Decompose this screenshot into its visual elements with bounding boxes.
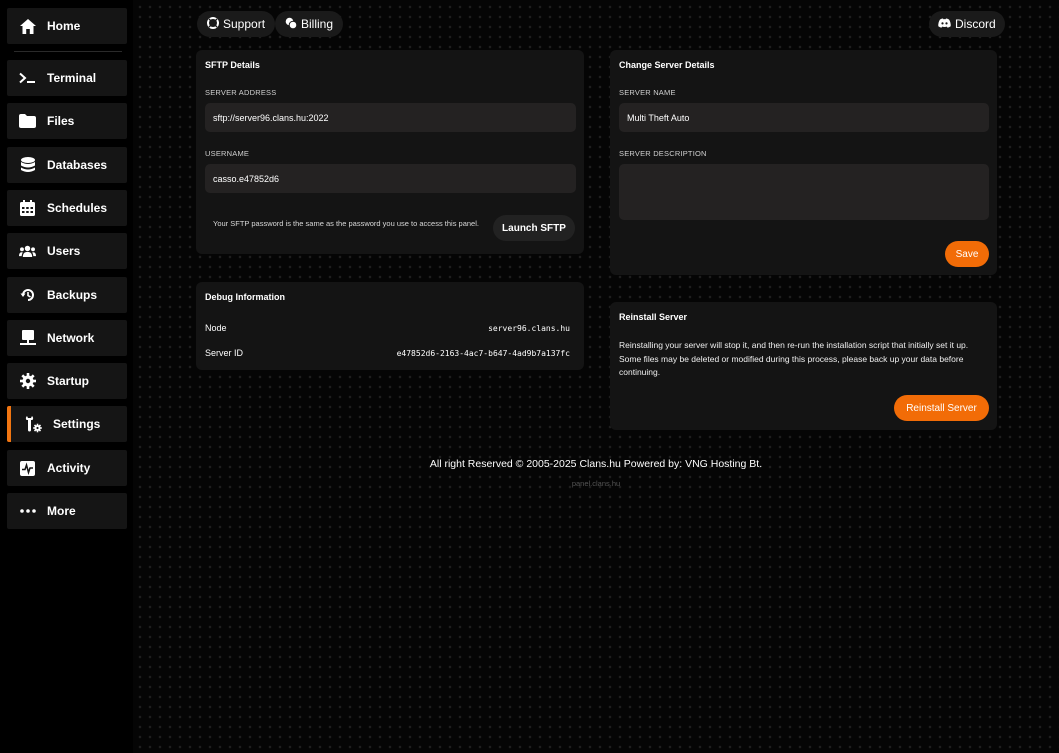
support-button[interactable]: Support <box>197 11 276 37</box>
sidebar-item-label: Activity <box>47 461 91 475</box>
sidebar-item-label: Home <box>47 19 81 33</box>
username-field[interactable]: casso.e47852d6 <box>205 164 576 193</box>
username-label: USERNAME <box>205 149 250 158</box>
reinstall-server-button[interactable]: Reinstall Server <box>894 395 989 421</box>
sftp-password-note: Your SFTP password is the same as the pa… <box>213 219 479 228</box>
sidebar-item-label: Databases <box>47 158 108 172</box>
sidebar-item-label: More <box>47 504 76 518</box>
server-id-label: Server ID <box>205 348 244 358</box>
sidebar-item-label: Terminal <box>47 71 97 85</box>
sidebar-item-settings[interactable]: Settings <box>7 406 127 442</box>
sidebar-item-backups[interactable]: Backups <box>7 277 127 313</box>
server-name-field[interactable]: Multi Theft Auto <box>619 103 989 132</box>
sidebar-item-terminal[interactable]: Terminal <box>7 60 127 96</box>
node-label: Node <box>205 323 227 333</box>
server-name-label: SERVER NAME <box>619 88 676 97</box>
footer-copyright: All right Reserved © 2005-2025 Clans.hu … <box>429 458 763 470</box>
users-icon <box>19 243 36 260</box>
card-title: SFTP Details <box>205 60 260 70</box>
sidebar-item-users[interactable]: Users <box>7 233 127 269</box>
billing-label: Billing <box>301 17 334 31</box>
card-title: Reinstall Server <box>619 312 688 322</box>
database-icon <box>19 157 36 174</box>
card-title: Debug Information <box>205 292 285 302</box>
sidebar-item-schedules[interactable]: Schedules <box>7 190 127 226</box>
sidebar-item-more[interactable]: More <box>7 493 127 529</box>
folder-icon <box>19 113 36 130</box>
sidebar-item-network[interactable]: Network <box>7 320 127 356</box>
card-title: Change Server Details <box>619 60 715 70</box>
footer-host: panel.clans.hu <box>571 479 621 488</box>
settings-icon <box>25 416 42 433</box>
sidebar-item-databases[interactable]: Databases <box>7 147 127 183</box>
coins-icon <box>285 17 298 32</box>
sidebar-item-label: Settings <box>53 417 101 431</box>
calendar-icon <box>19 200 36 217</box>
startup-icon <box>19 373 36 390</box>
sidebar-item-label: Backups <box>47 288 98 302</box>
terminal-icon <box>19 70 36 87</box>
server-description-field[interactable] <box>619 164 989 220</box>
sidebar-item-label: Startup <box>47 374 89 388</box>
sidebar-item-home[interactable]: Home <box>7 8 127 44</box>
debug-information-card: Debug Information Node server96.clans.hu… <box>196 282 584 370</box>
server-id-value: e47852d6-2163-4ac7-b647-4ad9b7a137fc <box>396 349 570 358</box>
server-address-field[interactable]: sftp://server96.clans.hu:2022 <box>205 103 576 132</box>
activity-icon <box>19 460 36 477</box>
server-address-label: SERVER ADDRESS <box>205 88 277 97</box>
support-icon <box>207 16 219 32</box>
reinstall-description: Reinstalling your server will stop it, a… <box>619 340 969 377</box>
sidebar-item-label: Files <box>47 114 75 128</box>
more-icon <box>19 503 36 520</box>
discord-icon <box>938 17 951 31</box>
main-content: Support Billing Discord SFTP Details SER… <box>133 0 1059 753</box>
sidebar-item-label: Schedules <box>47 201 108 215</box>
sidebar-item-label: Network <box>47 331 95 345</box>
backup-icon <box>19 287 36 304</box>
sidebar-divider <box>14 51 122 52</box>
support-label: Support <box>223 17 266 31</box>
change-server-details-card: Change Server Details SERVER NAME Multi … <box>610 50 997 275</box>
billing-button[interactable]: Billing <box>275 11 344 37</box>
sftp-details-card: SFTP Details SERVER ADDRESS sftp://serve… <box>196 50 584 254</box>
sidebar-item-startup[interactable]: Startup <box>7 363 127 399</box>
home-icon <box>19 18 36 35</box>
sidebar-item-label: Users <box>47 244 81 258</box>
node-value: server96.clans.hu <box>488 324 570 333</box>
sidebar-item-files[interactable]: Files <box>7 103 127 139</box>
sidebar: Home Terminal Files Databases Schedules … <box>0 0 133 753</box>
save-button[interactable]: Save <box>945 241 989 267</box>
launch-sftp-button[interactable]: Launch SFTP <box>493 215 575 241</box>
network-icon <box>19 330 36 347</box>
reinstall-server-card: Reinstall Server Reinstalling your serve… <box>610 302 997 430</box>
sidebar-item-activity[interactable]: Activity <box>7 450 127 486</box>
server-description-label: SERVER DESCRIPTION <box>619 149 707 158</box>
discord-label: Discord <box>955 17 996 31</box>
discord-button[interactable]: Discord <box>929 11 1005 37</box>
